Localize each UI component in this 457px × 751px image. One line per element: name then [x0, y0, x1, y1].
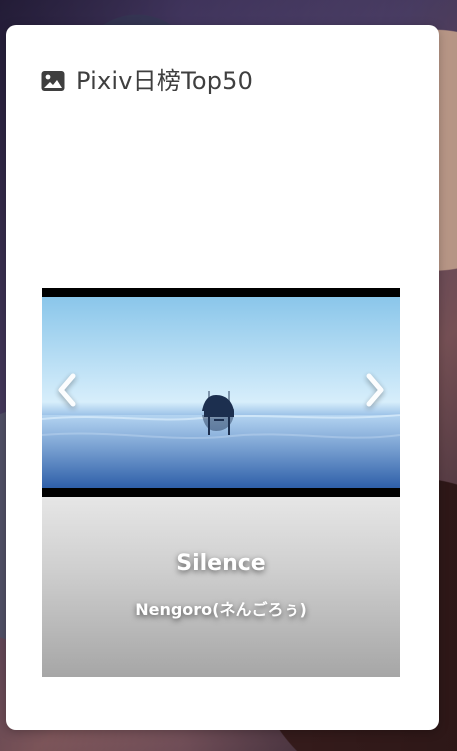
card-title: Pixiv日榜Top50 — [76, 67, 254, 95]
pixiv-ranking-card: Pixiv日榜Top50 Silence Nengoro(ネんごろぅ) — [6, 25, 439, 730]
carousel-next-button[interactable] — [354, 372, 394, 412]
slide-caption-area — [42, 497, 400, 677]
slide-artwork[interactable] — [42, 288, 400, 497]
artwork-scene — [42, 297, 400, 488]
slide-author[interactable]: Nengoro(ネんごろぅ) — [42, 596, 400, 620]
card-header: Pixiv日榜Top50 — [40, 65, 253, 97]
carousel-prev-button[interactable] — [48, 372, 88, 412]
ranking-carousel[interactable]: Silence Nengoro(ネんごろぅ) — [42, 288, 400, 677]
slide-title[interactable]: Silence — [42, 551, 400, 576]
image-icon — [40, 69, 66, 93]
chevron-left-icon — [55, 370, 81, 414]
chevron-right-icon — [361, 370, 387, 414]
